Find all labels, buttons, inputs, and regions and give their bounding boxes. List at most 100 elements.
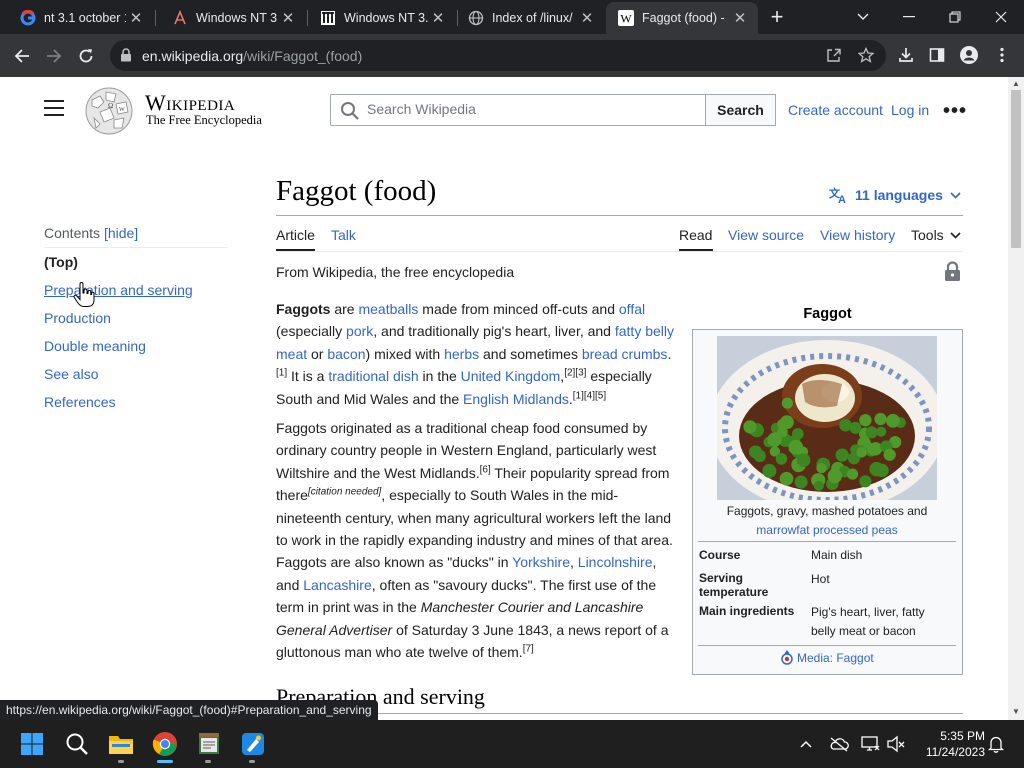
close-window-button[interactable]: [978, 0, 1024, 34]
forward-button[interactable]: [41, 43, 67, 69]
scroll-up-arrow-icon[interactable]: ▲: [1010, 79, 1022, 89]
tab-read[interactable]: Read: [679, 227, 712, 243]
status-url-bar: https://en.wikipedia.org/wiki/Faggot_(fo…: [0, 700, 378, 720]
wiki-link[interactable]: offal: [619, 301, 645, 317]
main-menu-icon[interactable]: [44, 100, 64, 118]
notepad-icon[interactable]: [193, 728, 225, 760]
wiki-link[interactable]: Yorkshire: [512, 554, 570, 570]
body-text: and sometimes: [479, 345, 582, 362]
close-tab-icon[interactable]: ✕: [577, 8, 597, 28]
citation-ref[interactable]: [1][4][5]: [573, 390, 606, 401]
wiki-link[interactable]: meatballs: [358, 301, 418, 317]
reload-button[interactable]: [73, 43, 99, 69]
citation-ref[interactable]: [2][3]: [564, 368, 586, 379]
infobox-media-link[interactable]: Media: Faggot: [780, 650, 874, 666]
tab-search-chevron-icon[interactable]: [840, 0, 886, 34]
tab-view-source[interactable]: View source: [728, 227, 804, 243]
close-tab-icon[interactable]: ✕: [428, 8, 448, 28]
infobox-divider: [698, 541, 956, 542]
tab-article[interactable]: Article: [276, 227, 315, 243]
browser-tab[interactable]: Windows NT 3.1 ✕: [152, 2, 306, 34]
tab-talk[interactable]: Talk: [331, 227, 356, 243]
infobox-title: Faggot: [803, 306, 852, 322]
windows-start-icon[interactable]: [16, 728, 48, 760]
show-hidden-icons-chevron-icon[interactable]: [795, 733, 817, 755]
tab-view-history[interactable]: View history: [820, 227, 895, 243]
language-button[interactable]: 文A 11 languages: [829, 186, 961, 204]
clock-time: 5:35 PM: [940, 729, 985, 743]
page-protection-lock-icon[interactable]: [944, 261, 961, 286]
taskbar-running-indicator: [205, 760, 211, 763]
file-explorer-icon[interactable]: [105, 728, 137, 760]
wiki-link[interactable]: bread crumbs: [582, 346, 668, 362]
search-input[interactable]: [367, 101, 687, 117]
media-link-text: Media: Faggot: [797, 651, 874, 665]
taskbar-search-icon[interactable]: [61, 728, 93, 760]
citation-ref[interactable]: [1]: [276, 368, 287, 379]
restore-button[interactable]: [932, 0, 978, 34]
profile-avatar-icon[interactable]: [956, 42, 982, 68]
wiki-link[interactable]: pork: [346, 323, 373, 339]
close-tab-icon[interactable]: ✕: [278, 8, 298, 28]
chrome-menu-icon[interactable]: [989, 42, 1015, 68]
wiki-link[interactable]: Lancashire: [303, 577, 372, 593]
caption-link-peas[interactable]: marrowfat processed peas: [756, 523, 897, 537]
citation-ref[interactable]: [6]: [480, 464, 491, 475]
wiki-link[interactable]: United Kingdom: [461, 368, 561, 384]
chrome-icon[interactable]: [149, 728, 181, 760]
citation-ref[interactable]: [7]: [523, 643, 534, 654]
tools-menu[interactable]: Tools: [911, 227, 961, 243]
minimize-button[interactable]: [886, 0, 932, 34]
onedrive-icon[interactable]: [828, 733, 850, 755]
infobox-label-course: Course: [699, 548, 741, 562]
download-icon[interactable]: [893, 42, 919, 68]
search-button[interactable]: Search: [705, 94, 776, 126]
browser-tab[interactable]: nt 3.1 october 1 ✕: [0, 2, 154, 34]
pea: [839, 418, 852, 432]
lock-icon[interactable]: [120, 48, 132, 67]
more-options-icon[interactable]: •••: [943, 100, 967, 123]
wiki-link[interactable]: traditional dish: [328, 368, 418, 384]
toc-item-see-also[interactable]: See also: [44, 366, 98, 382]
wiki-link[interactable]: herbs: [444, 346, 479, 362]
scrollbar-thumb[interactable]: [1011, 90, 1021, 248]
browser-tab[interactable]: Windows NT 3.1 ✕: [300, 2, 456, 34]
infobox-image[interactable]: [717, 336, 937, 500]
side-panel-icon[interactable]: [924, 42, 950, 68]
pea: [866, 442, 880, 456]
scroll-down-arrow-icon[interactable]: ▼: [1010, 707, 1022, 717]
tab-title: nt 3.1 october 1: [44, 11, 126, 25]
address-bar[interactable]: en.wikipedia.org/wiki/Faggot_(food): [110, 40, 886, 71]
citation-needed-tag[interactable]: [citation needed]: [308, 487, 381, 498]
notifications-bell-icon[interactable]: [985, 733, 1007, 755]
network-monitor-icon[interactable]: [859, 733, 881, 755]
toc-item-top[interactable]: (Top): [44, 254, 78, 270]
toc-hide-button[interactable]: [hide]: [104, 225, 138, 241]
toc-item-references[interactable]: References: [44, 394, 116, 410]
share-icon[interactable]: [821, 42, 847, 68]
close-tab-icon[interactable]: ✕: [730, 8, 750, 28]
paint-icon[interactable]: [237, 728, 269, 760]
wikipedia-globe-logo[interactable]: Ω W: [84, 86, 134, 136]
toc-item-preparation-and-serving[interactable]: Preparation and serving: [44, 282, 193, 298]
browser-tab-active[interactable]: W Faggot (food) - ✕: [606, 2, 758, 34]
system-clock[interactable]: 5:35 PM 11/24/2023: [915, 728, 985, 760]
tab-title: Windows NT 3.1: [196, 11, 278, 25]
wiki-link[interactable]: English Midlands: [463, 391, 569, 407]
toc-item-double-meaning[interactable]: Double meaning: [44, 338, 146, 354]
pea: [876, 426, 887, 437]
new-tab-button[interactable]: +: [764, 5, 790, 31]
body-text: .: [667, 345, 672, 362]
browser-tab[interactable]: Index of /linux/ ✕: [448, 2, 605, 34]
bookmark-star-icon[interactable]: [853, 42, 879, 68]
volume-muted-icon[interactable]: [885, 733, 907, 755]
close-tab-icon[interactable]: ✕: [126, 8, 146, 28]
pea: [775, 453, 788, 465]
create-account-link[interactable]: Create account: [788, 102, 883, 118]
clock-date: 11/24/2023: [925, 745, 985, 759]
wiki-link[interactable]: Lincolnshire: [578, 554, 653, 570]
wiki-link[interactable]: bacon: [327, 346, 365, 362]
log-in-link[interactable]: Log in: [891, 102, 929, 118]
back-button[interactable]: [9, 43, 35, 69]
tools-label: Tools: [911, 227, 944, 243]
